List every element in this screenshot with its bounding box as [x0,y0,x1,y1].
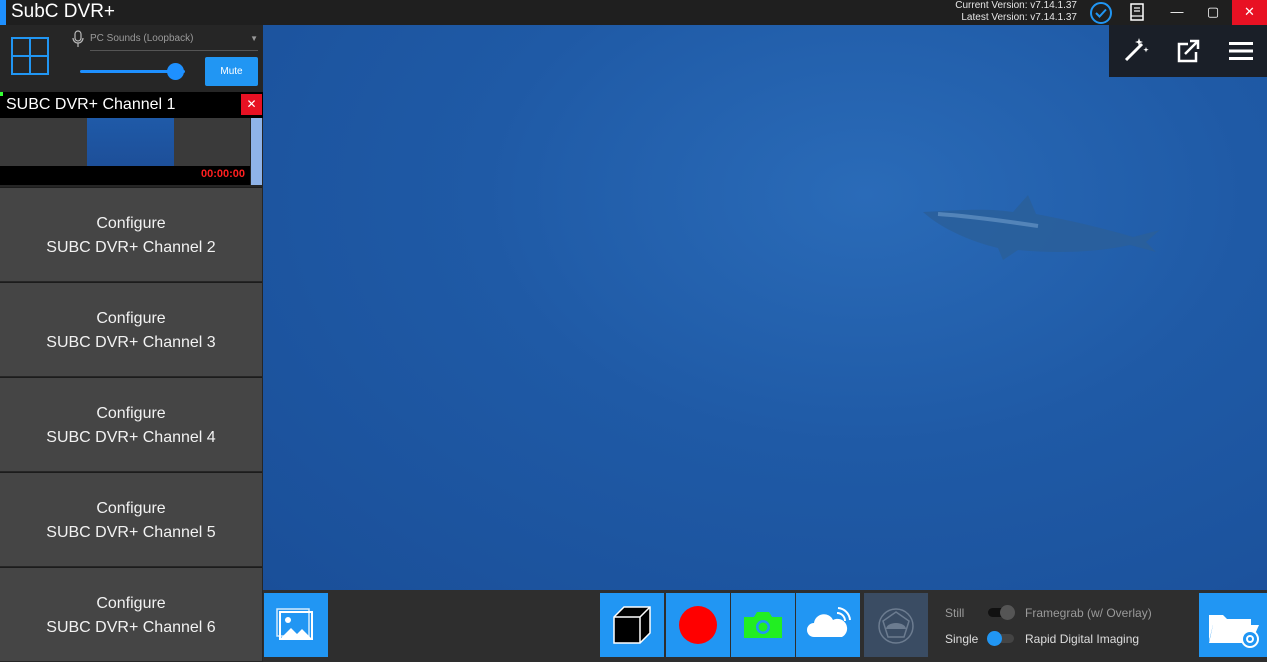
single-rdi-toggle[interactable] [987,631,1014,646]
live-video-view[interactable] [263,25,1267,590]
close-channel-1-button[interactable]: ✕ [241,94,262,115]
3d-cube-icon[interactable] [600,593,664,657]
configure-label: Configure [96,500,166,517]
toggle-knob [1000,605,1015,620]
channel-1-thumbnail [87,118,174,166]
cloud-upload-icon[interactable] [796,593,860,657]
folder-settings-icon[interactable] [1199,593,1267,657]
minimize-button[interactable]: — [1160,0,1194,25]
configure-label: Configure [96,310,166,327]
record-icon[interactable] [666,593,730,657]
configure-label: Configure [96,215,166,232]
audio-source-value: PC Sounds (Loopback) [90,33,194,44]
volume-slider-thumb[interactable] [166,63,184,80]
channel-1-preview[interactable] [0,118,250,166]
channel-1-timebar: 00:00:00 [0,166,250,185]
check-circle-icon[interactable] [1089,1,1113,25]
close-window-button[interactable]: ✕ [1232,0,1267,25]
still-framegrab-toggle[interactable] [988,605,1015,620]
maximize-button[interactable]: ▢ [1196,0,1230,25]
channel-name: SUBC DVR+ Channel 5 [46,524,216,541]
configure-channel-4-button[interactable]: Configure SUBC DVR+ Channel 4 [0,377,262,471]
channel-list-scrollbar[interactable] [251,118,262,185]
gallery-icon[interactable] [264,593,328,657]
popout-icon[interactable] [1162,25,1214,77]
mute-button[interactable]: Mute [205,57,258,86]
channel-sidebar: PC Sounds (Loopback) ▼ Mute SUBC DVR+ Ch… [0,25,263,662]
current-version: Current Version: v7.14.1.37 [955,0,1077,11]
configure-channel-5-button[interactable]: Configure SUBC DVR+ Channel 5 [0,472,262,566]
microphone-icon [72,30,84,47]
title-accent [0,0,6,25]
configure-channel-2-button[interactable]: Configure SUBC DVR+ Channel 2 [0,187,262,281]
configure-label: Configure [96,595,166,612]
version-info: Current Version: v7.14.1.37 Latest Versi… [955,0,1077,24]
channel-1-header: SUBC DVR+ Channel 1 [0,92,263,118]
view-tools [1109,25,1267,77]
channel-name: SUBC DVR+ Channel 6 [46,619,216,636]
single-label: Single [945,632,979,646]
recording-timer: 00:00:00 [200,168,245,180]
camera-snapshot-icon[interactable] [731,593,795,657]
configure-label: Configure [96,405,166,422]
latest-version: Latest Version: v7.14.1.37 [961,12,1077,23]
manual-book-icon[interactable] [1128,3,1146,21]
magic-wand-icon[interactable] [1109,25,1161,77]
overlay-pentagon-icon[interactable] [864,593,928,657]
configure-channel-3-button[interactable]: Configure SUBC DVR+ Channel 3 [0,282,262,376]
hamburger-menu-icon[interactable] [1215,25,1267,77]
rdi-label: Rapid Digital Imaging [1025,632,1140,646]
channel-1-title: SUBC DVR+ Channel 1 [6,96,176,113]
channel-name: SUBC DVR+ Channel 3 [46,334,216,351]
audio-source-select[interactable]: PC Sounds (Loopback) ▼ [90,28,258,51]
live-indicator [0,92,3,96]
channel-name: SUBC DVR+ Channel 2 [46,239,216,256]
shark-silhouette [923,195,1160,260]
title-bar: SubC DVR+ Current Version: v7.14.1.37 La… [0,0,1267,25]
app-title: SubC DVR+ [11,1,116,22]
toggle-knob [987,631,1002,646]
framegrab-label: Framegrab (w/ Overlay) [1025,606,1152,620]
channel-name: SUBC DVR+ Channel 4 [46,429,216,446]
still-label: Still [945,606,965,620]
configure-channel-6-button[interactable]: Configure SUBC DVR+ Channel 6 [0,567,262,661]
layout-grid-icon[interactable] [8,34,52,78]
chevron-down-icon: ▼ [250,34,258,43]
